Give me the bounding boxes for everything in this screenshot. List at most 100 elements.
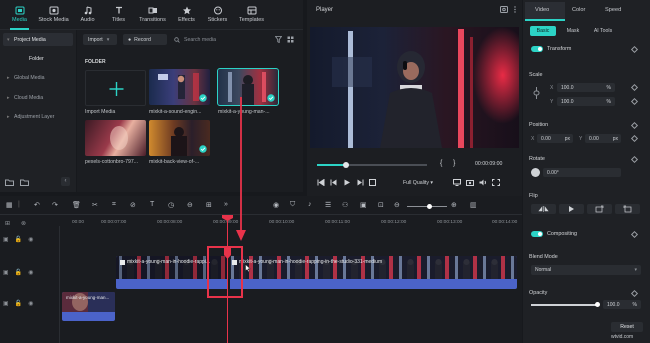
opacity-input[interactable]: 100.0% xyxy=(603,300,641,309)
lock-icon[interactable]: 🔓 xyxy=(15,269,22,276)
playhead-handle-icon[interactable] xyxy=(222,215,233,221)
collapse-sidebar-button[interactable]: ‹ xyxy=(61,177,70,186)
flip-vertical-button[interactable] xyxy=(559,204,584,214)
subtab-ai-tools[interactable]: AI Tools xyxy=(589,26,617,36)
position-y-input[interactable]: 0.00 px xyxy=(585,134,621,143)
playback-progress-track[interactable] xyxy=(317,162,427,168)
import-dropdown[interactable]: Import ▾ xyxy=(83,34,117,45)
image-icon[interactable]: ▣ xyxy=(360,201,367,209)
subtab-basic[interactable]: Basic xyxy=(530,26,556,36)
playhead-knob[interactable] xyxy=(342,162,349,168)
sidebar-item-project-media[interactable]: ▾ Project Media xyxy=(3,33,73,46)
screenshot-icon[interactable] xyxy=(500,6,508,13)
grid-view-icon[interactable] xyxy=(287,36,294,43)
shield-icon[interactable]: ⛉ xyxy=(290,201,295,209)
link-track-icon[interactable]: ⊗ xyxy=(21,220,26,227)
mark-in-button[interactable]: { xyxy=(440,160,442,167)
microphone-icon[interactable]: ♪ xyxy=(308,201,312,208)
search-input[interactable]: Search media xyxy=(174,34,266,45)
tab-color[interactable]: Color xyxy=(572,7,585,13)
tab-titles[interactable]: Titles xyxy=(103,0,134,30)
step-back-icon[interactable] xyxy=(330,179,338,186)
sidebar-item-global-media[interactable]: ▸ Global Media xyxy=(3,71,73,84)
media-item-thumbnail[interactable] xyxy=(149,69,210,105)
rotate-dial[interactable] xyxy=(531,168,540,177)
keyframe-diamond-icon[interactable] xyxy=(630,134,639,143)
flip-horizontal-button[interactable] xyxy=(531,204,556,214)
keyframe-diamond-icon[interactable] xyxy=(630,121,639,130)
filter-icon[interactable] xyxy=(275,36,282,43)
speed-icon[interactable]: ◷ xyxy=(168,201,174,209)
scale-y-input[interactable]: 100.0% xyxy=(557,97,615,106)
rotate-cw-button[interactable] xyxy=(587,204,612,214)
display-icon[interactable] xyxy=(453,179,461,186)
keyframe-diamond-icon[interactable] xyxy=(630,289,639,298)
record-voice-icon[interactable]: ⊞ xyxy=(206,201,212,209)
zoom-out-icon[interactable]: ⊖ xyxy=(394,201,400,209)
link-icon[interactable] xyxy=(532,86,541,100)
tab-audio[interactable]: Audio xyxy=(72,0,103,30)
stop-icon[interactable] xyxy=(369,179,376,186)
keyframe-diamond-icon[interactable] xyxy=(630,83,639,92)
subtab-mask[interactable]: Mask xyxy=(562,26,584,36)
sidebar-item-cloud-media[interactable]: ▸ Cloud Media xyxy=(3,91,73,104)
more-options-icon[interactable] xyxy=(512,6,518,13)
compositing-toggle[interactable] xyxy=(531,231,543,237)
tab-media[interactable]: Media xyxy=(4,0,35,30)
tab-stock-media[interactable]: Stock Media xyxy=(35,0,72,30)
adjust-icon[interactable]: ⊖ xyxy=(187,201,193,209)
crop-icon[interactable]: ⌗ xyxy=(112,201,116,209)
tab-speed[interactable]: Speed xyxy=(605,7,621,13)
reset-button[interactable]: Reset xyxy=(611,322,643,332)
zoom-slider-knob[interactable] xyxy=(427,204,432,209)
text-icon[interactable]: T xyxy=(150,201,154,208)
new-folder-icon[interactable] xyxy=(5,179,14,186)
import-media-tile[interactable] xyxy=(85,70,146,106)
lock-icon[interactable]: 🔓 xyxy=(15,300,22,307)
layout-icon[interactable]: ▥ xyxy=(470,201,477,209)
undo-icon[interactable]: ↶ xyxy=(34,201,40,209)
fullscreen-icon[interactable] xyxy=(492,179,500,186)
media-item-thumbnail[interactable] xyxy=(85,120,146,156)
lock-icon[interactable]: 🔓 xyxy=(15,236,22,243)
add-track-icon[interactable]: ⊞ xyxy=(5,220,10,227)
snap-icon[interactable]: ⊡ xyxy=(378,201,384,209)
grid-icon[interactable]: ▦ xyxy=(6,201,13,209)
video-preview[interactable] xyxy=(310,27,519,148)
step-forward-icon[interactable] xyxy=(356,179,364,186)
more-tools-icon[interactable]: » xyxy=(224,201,228,208)
marker-icon[interactable]: ⊘ xyxy=(130,201,136,209)
media-item-thumbnail-selected[interactable] xyxy=(217,68,279,106)
redo-icon[interactable]: ↷ xyxy=(52,201,58,209)
mark-out-button[interactable]: } xyxy=(453,160,455,167)
scale-x-input[interactable]: 100.0% xyxy=(557,83,615,92)
blend-mode-select[interactable]: Normal ▾ xyxy=(531,265,641,275)
zoom-in-icon[interactable]: ⊕ xyxy=(451,201,457,209)
quality-dropdown[interactable]: Full Quality ▾ xyxy=(403,180,433,186)
eye-icon[interactable]: ◉ xyxy=(28,236,33,243)
sidebar-item-adjustment-layer[interactable]: ▸ Adjustment Layer xyxy=(3,110,73,123)
tab-stickers[interactable]: Stickers xyxy=(202,0,233,30)
keyframe-diamond-icon[interactable] xyxy=(630,230,639,239)
opacity-slider[interactable] xyxy=(531,304,597,306)
keyframe-diamond-icon[interactable] xyxy=(630,155,639,164)
delete-icon[interactable]: 🗑 xyxy=(72,201,81,209)
keyframe-diamond-icon[interactable] xyxy=(630,97,639,106)
tab-transitions[interactable]: Transitions xyxy=(134,0,171,30)
rotate-input[interactable]: 0.00° xyxy=(543,168,621,177)
tab-templates[interactable]: Templates xyxy=(233,0,270,30)
media-item-thumbnail[interactable] xyxy=(149,120,210,156)
opacity-slider-knob[interactable] xyxy=(595,302,600,307)
folder-icon[interactable] xyxy=(20,179,29,186)
rotate-ccw-button[interactable] xyxy=(615,204,640,214)
sidebar-item-folder[interactable]: Folder xyxy=(3,52,73,65)
play-icon[interactable] xyxy=(343,179,351,186)
position-x-input[interactable]: 0.00 px xyxy=(537,134,573,143)
list-icon[interactable]: ☰ xyxy=(325,201,331,209)
keyframe-diamond-icon[interactable] xyxy=(630,45,639,54)
eye-icon[interactable]: ◉ xyxy=(28,269,33,276)
ai-icon[interactable]: ⚇ xyxy=(342,201,348,209)
transform-toggle[interactable] xyxy=(531,46,543,52)
record-dropdown[interactable]: ● Record xyxy=(123,34,167,45)
camera-icon[interactable] xyxy=(466,179,474,186)
